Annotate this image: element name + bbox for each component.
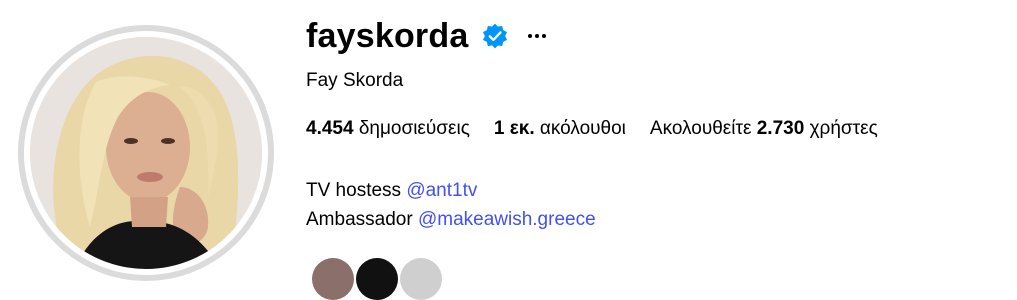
bio-line-2: Ambassador @makeawish.greece <box>306 205 596 234</box>
posts-count: 4.454 <box>306 118 354 139</box>
profile-bio: TV hostess @ant1tv Ambassador @makeawish… <box>306 176 596 234</box>
username-row: fayskorda <box>306 14 548 58</box>
bio-line-1: TV hostess @ant1tv <box>306 176 596 205</box>
following-count: 2.730 <box>756 118 805 139</box>
posts-stat: 4.454 δημοσιεύσεις <box>306 118 470 140</box>
followers-link[interactable]: 1 εκ. ακόλουθοι <box>494 118 626 140</box>
avatar-ring-gap <box>24 31 268 275</box>
mention-link-ant1tv[interactable]: @ant1tv <box>406 180 477 201</box>
avatar-portrait-illustration <box>30 37 262 269</box>
mention-link-makeawish[interactable]: @makeawish.greece <box>418 209 596 230</box>
bio-line-1-text: TV hostess <box>306 180 402 201</box>
mutual-followers-avatars[interactable] <box>312 258 444 300</box>
mutual-follower-avatar <box>312 258 354 300</box>
full-name: Fay Skorda <box>306 70 404 91</box>
username: fayskorda <box>306 16 469 55</box>
avatar-photo <box>30 37 262 269</box>
mutual-follower-avatar <box>400 258 442 300</box>
followers-count: 1 εκ. <box>493 118 535 139</box>
followers-label: ακόλουθοι <box>539 118 626 139</box>
mutual-follower-avatar <box>356 258 398 300</box>
bio-line-2-text: Ambassador <box>306 209 413 230</box>
profile-avatar[interactable] <box>18 25 274 281</box>
verified-badge-icon <box>482 23 508 49</box>
profile-stats: 4.454 δημοσιεύσεις 1 εκ. ακόλουθοι Ακολο… <box>306 118 902 140</box>
following-suffix: χρήστες <box>809 118 878 139</box>
following-link[interactable]: Ακολουθείτε 2.730 χρήστες <box>650 118 878 140</box>
posts-label: δημοσιεύσεις <box>358 118 470 139</box>
more-options-icon[interactable] <box>526 25 548 47</box>
following-prefix: Ακολουθείτε <box>649 118 752 139</box>
